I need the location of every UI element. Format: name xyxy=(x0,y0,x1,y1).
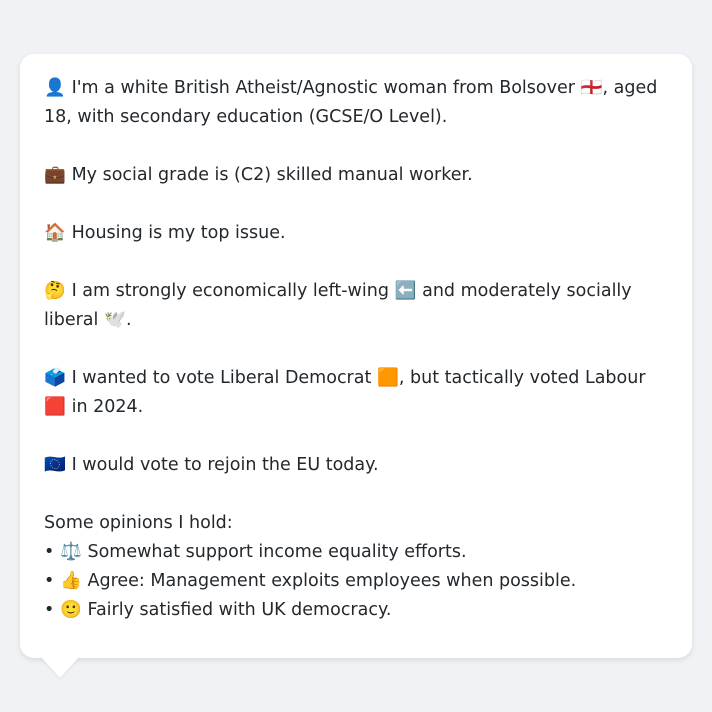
chat-message-bubble: 👤 I'm a white British Atheist/Agnostic w… xyxy=(20,54,692,658)
bullet-point: • xyxy=(44,571,55,591)
dove-icon: 🕊️ xyxy=(104,310,126,330)
opinion-item: • ⚖️ Somewhat support income equality ef… xyxy=(44,538,668,567)
issue-line: 🏠 Housing is my top issue. xyxy=(44,219,668,248)
eu-line: 🇪🇺 I would vote to rejoin the EU today. xyxy=(44,451,668,480)
vote-text-3: in 2024. xyxy=(71,397,144,417)
opinion-item: • 👍 Agree: Management exploits employees… xyxy=(44,567,668,596)
politics-text-1: I am strongly economically left-wing xyxy=(71,281,389,301)
vote-line: 🗳️ I wanted to vote Liberal Democrat 🟧, … xyxy=(44,364,668,422)
opinion-text: Somewhat support income equality efforts… xyxy=(87,542,467,562)
grade-line: 💼 My social grade is (C2) skilled manual… xyxy=(44,161,668,190)
vote-text-2: , but tactically voted Labour xyxy=(398,368,646,388)
scales-icon: ⚖️ xyxy=(60,542,82,562)
person-silhouette-icon: 👤 xyxy=(44,78,66,98)
bullet-point: • xyxy=(44,600,55,620)
identity-text: I'm a white British Atheist/Agnostic wom… xyxy=(71,78,575,98)
ballot-box-icon: 🗳️ xyxy=(44,368,66,388)
eu-text: I would vote to rejoin the EU today. xyxy=(71,455,379,475)
red-square-icon: 🟥 xyxy=(44,397,66,417)
left-arrow-icon: ⬅️ xyxy=(394,281,417,301)
politics-text-3: . xyxy=(125,310,132,330)
opinion-text: Agree: Management exploits employees whe… xyxy=(87,571,577,591)
opinions-heading: Some opinions I hold: xyxy=(44,513,233,533)
house-icon: 🏠 xyxy=(44,223,66,243)
issue-text: Housing is my top issue. xyxy=(71,223,286,243)
grade-text: My social grade is (C2) skilled manual w… xyxy=(71,165,473,185)
orange-square-icon: 🟧 xyxy=(377,368,399,388)
bullet-point: • xyxy=(44,542,55,562)
vote-text-1: I wanted to vote Liberal Democrat xyxy=(71,368,372,388)
opinion-item: • 🙂 Fairly satisfied with UK democracy. xyxy=(44,596,668,625)
opinion-text: Fairly satisfied with UK democracy. xyxy=(87,600,392,620)
eu-flag-icon: 🇪🇺 xyxy=(44,455,66,475)
politics-line: 🤔 I am strongly economically left-wing ⬅… xyxy=(44,277,668,335)
briefcase-icon: 💼 xyxy=(44,165,66,185)
identity-line: 👤 I'm a white British Atheist/Agnostic w… xyxy=(44,74,668,132)
slightly-smiling-face-icon: 🙂 xyxy=(60,600,82,620)
england-flag-icon: 🏴󠁧󠁢󠁥󠁮󠁧󠁿 xyxy=(580,78,603,98)
thumbs-up-icon: 👍 xyxy=(60,571,82,591)
bubble-tail xyxy=(40,656,80,678)
thinking-face-icon: 🤔 xyxy=(44,281,66,301)
